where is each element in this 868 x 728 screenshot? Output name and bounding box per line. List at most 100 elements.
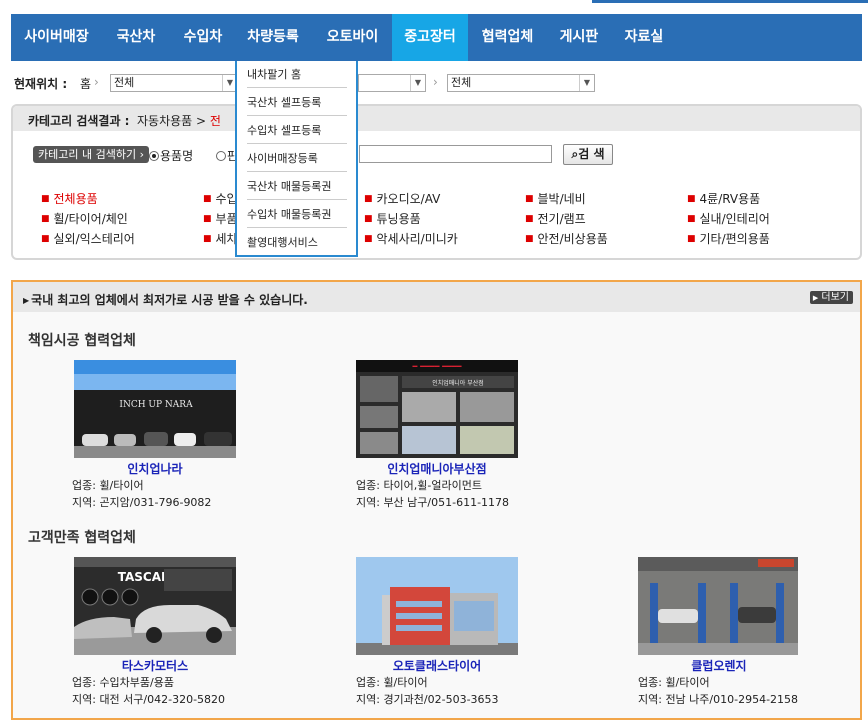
dropdown-item-cyber-store[interactable]: 사이버매장등록 <box>247 145 347 172</box>
partner-type: 업종: 휠/타이어 <box>356 676 428 689</box>
category-link[interactable]: ■ 실외/익스테리어 <box>41 230 135 247</box>
select-3-value: 전체 <box>451 76 472 89</box>
sign-text: INCH UP NARA <box>119 400 193 410</box>
location-select-3[interactable]: 전체 ▼ <box>447 74 595 92</box>
location-select-2[interactable]: ▼ <box>358 74 426 92</box>
category-path: 자동차용품 > 전 <box>137 112 221 129</box>
nav-vehicle-registration[interactable]: 차량등록 <box>235 14 311 61</box>
dropdown-item-domestic-ticket[interactable]: 국산차 매물등록권 <box>247 173 347 200</box>
category-path-prefix: 자동차용품 > <box>137 114 207 128</box>
category-label: 전체용품 <box>53 192 98 206</box>
inner-search-button[interactable]: 카테고리 내 검색하기 › <box>33 146 149 163</box>
bullet-icon: ■ <box>364 234 373 244</box>
dropdown-item-import-ticket[interactable]: 수입차 매물등록권 <box>247 201 347 228</box>
dropdown-item-import-self[interactable]: 수입차 셀프등록 <box>247 117 347 144</box>
chevron-down-icon: ▼ <box>410 75 425 91</box>
chevron-right-icon: › <box>94 75 99 89</box>
partner-region: 지역: 경기과천/02-503-3653 <box>356 693 499 706</box>
category-link-all[interactable]: ■ 전체용품 <box>41 190 98 207</box>
location-home-link[interactable]: 홈 <box>80 75 91 92</box>
svg-text:━ ━━━━ ━━━━: ━ ━━━━ ━━━━ <box>412 362 462 371</box>
nav-imported-car[interactable]: 수입차 <box>169 14 237 61</box>
category-label: 실내/인테리어 <box>699 212 770 226</box>
partner-photo: ━ ━━━━ ━━━━ 인치업매니아 부산점 <box>356 360 518 458</box>
partner-photo <box>356 557 518 655</box>
category-link[interactable]: ■ 카오디오/AV <box>364 190 440 207</box>
category-link[interactable]: ■ 블박/네비 <box>525 190 586 207</box>
category-label: 블박/네비 <box>537 192 586 206</box>
radio-item-name[interactable]: 용품명 <box>149 147 193 164</box>
search-input[interactable] <box>359 145 552 163</box>
main-nav: 사이버매장 국산차 수입차 차량등록 오토바이 중고장터 협력업체 게시판 자료… <box>11 14 862 61</box>
category-search-panel: 카테고리 검색결과 : 자동차용품 > 전 카테고리 내 검색하기 › 용품명 … <box>11 104 862 260</box>
partner-region: 지역: 대전 서구/042-320-5820 <box>72 693 226 706</box>
partner-region: 지역: 전남 나주/010-2954-2158 <box>638 693 799 706</box>
partner-type: 업종: 휠/타이어 <box>72 479 144 492</box>
sign-text: TASCAR <box>118 570 171 584</box>
category-link[interactable]: ■ 4륜/RV용품 <box>687 190 760 207</box>
category-label: 기타/편의용품 <box>699 232 770 246</box>
search-button[interactable]: ⌕검 색 <box>563 144 613 165</box>
search-button-label: 검 색 <box>578 147 605 161</box>
bullet-icon: ■ <box>41 234 50 244</box>
partner-photo: INCH UP NARA <box>74 360 236 458</box>
category-label: 4륜/RV용품 <box>699 192 761 206</box>
category-label: 튜닝용품 <box>376 212 421 226</box>
nav-domestic-car[interactable]: 국산차 <box>102 14 170 61</box>
triangle-right-icon: ▶ <box>23 296 30 305</box>
dropdown-item-domestic-self[interactable]: 국산차 셀프등록 <box>247 89 347 116</box>
sign-text: 인치업매니아 부산점 <box>432 379 484 387</box>
category-label: 악세사리/미니카 <box>376 232 458 246</box>
radio-checked-icon <box>149 151 159 161</box>
dropdown-item-sell-home[interactable]: 내차팔기 홈 <box>247 61 347 88</box>
vehicle-registration-dropdown: 내차팔기 홈 국산차 셀프등록 수입차 셀프등록 사이버매장등록 국산차 매물등… <box>235 61 358 257</box>
chevron-right-icon: › <box>433 75 438 89</box>
nav-partners[interactable]: 협력업체 <box>468 14 547 61</box>
partner-region: 지역: 곤지암/031-796-9082 <box>72 496 212 509</box>
radio-item-name-label: 용품명 <box>160 149 194 163</box>
partner-region: 지역: 부산 남구/051-611-1178 <box>356 496 510 509</box>
bullet-icon: ■ <box>203 234 212 244</box>
bullet-icon: ■ <box>41 194 50 204</box>
category-link[interactable]: ■ 튜닝용품 <box>364 210 421 227</box>
category-link[interactable]: ■ 안전/비상용품 <box>525 230 608 247</box>
location-select-1[interactable]: 전체 ▼ <box>110 74 238 92</box>
partner-name[interactable]: 타스카모터스 <box>74 657 236 674</box>
category-search-row: 카테고리 내 검색하기 › 용품명 판 ⌕검 색 <box>33 144 843 166</box>
partner-name[interactable]: 인치업나라 <box>74 460 236 477</box>
category-link[interactable]: ■ 실내/인테리어 <box>687 210 770 227</box>
category-link[interactable]: ■ 악세사리/미니카 <box>364 230 458 247</box>
dropdown-item-photo-service[interactable]: 촬영대행서비스 <box>247 229 347 256</box>
radio-unchecked-icon <box>216 151 226 161</box>
select-1-value: 전체 <box>114 76 135 89</box>
category-title: 카테고리 검색결과 : <box>28 114 130 128</box>
category-link[interactable]: ■ 전기/램프 <box>525 210 586 227</box>
inner-search-label: 카테고리 내 검색하기 <box>38 148 137 161</box>
more-label: 더보기 <box>821 292 849 303</box>
nav-board[interactable]: 게시판 <box>548 14 610 61</box>
category-label: 전기/램프 <box>537 212 586 226</box>
nav-resources[interactable]: 자료실 <box>611 14 677 61</box>
partner-name[interactable]: 클럽오렌지 <box>638 657 800 674</box>
partner-name[interactable]: 인치업매니아부산점 <box>356 460 518 477</box>
section-title-responsible: 책임시공 협력업체 <box>28 333 136 349</box>
section-title-satisfaction: 고객만족 협력업체 <box>28 530 136 546</box>
partner-type: 업종: 휠/타이어 <box>638 676 710 689</box>
nav-motorcycle[interactable]: 오토바이 <box>314 14 391 61</box>
category-label: 카오디오/AV <box>376 192 441 206</box>
category-label: 실외/익스테리어 <box>53 232 135 246</box>
bullet-icon: ■ <box>364 194 373 204</box>
nav-used-market[interactable]: 중고장터 <box>392 14 468 61</box>
partner-name[interactable]: 오토클래스타이어 <box>356 657 518 674</box>
category-link[interactable]: ■ 휠/타이어/체인 <box>41 210 128 227</box>
more-button[interactable]: ▶ 더보기 <box>809 291 853 304</box>
category-link[interactable]: ■ 수입 <box>203 190 238 207</box>
nav-cyber-store[interactable]: 사이버매장 <box>15 14 98 61</box>
category-link[interactable]: ■ 기타/편의용품 <box>687 230 770 247</box>
bullet-icon: ■ <box>203 214 212 224</box>
category-link[interactable]: ■ 부품 <box>203 210 238 227</box>
bullet-icon: ■ <box>364 214 373 224</box>
partners-headline-text: 국내 최고의 업체에서 최저가로 시공 받을 수 있습니다. <box>31 293 308 307</box>
partners-panel: ▶ 국내 최고의 업체에서 최저가로 시공 받을 수 있습니다. ▶ 더보기 책임… <box>11 280 862 720</box>
category-link[interactable]: ■ 세차 <box>203 230 238 247</box>
